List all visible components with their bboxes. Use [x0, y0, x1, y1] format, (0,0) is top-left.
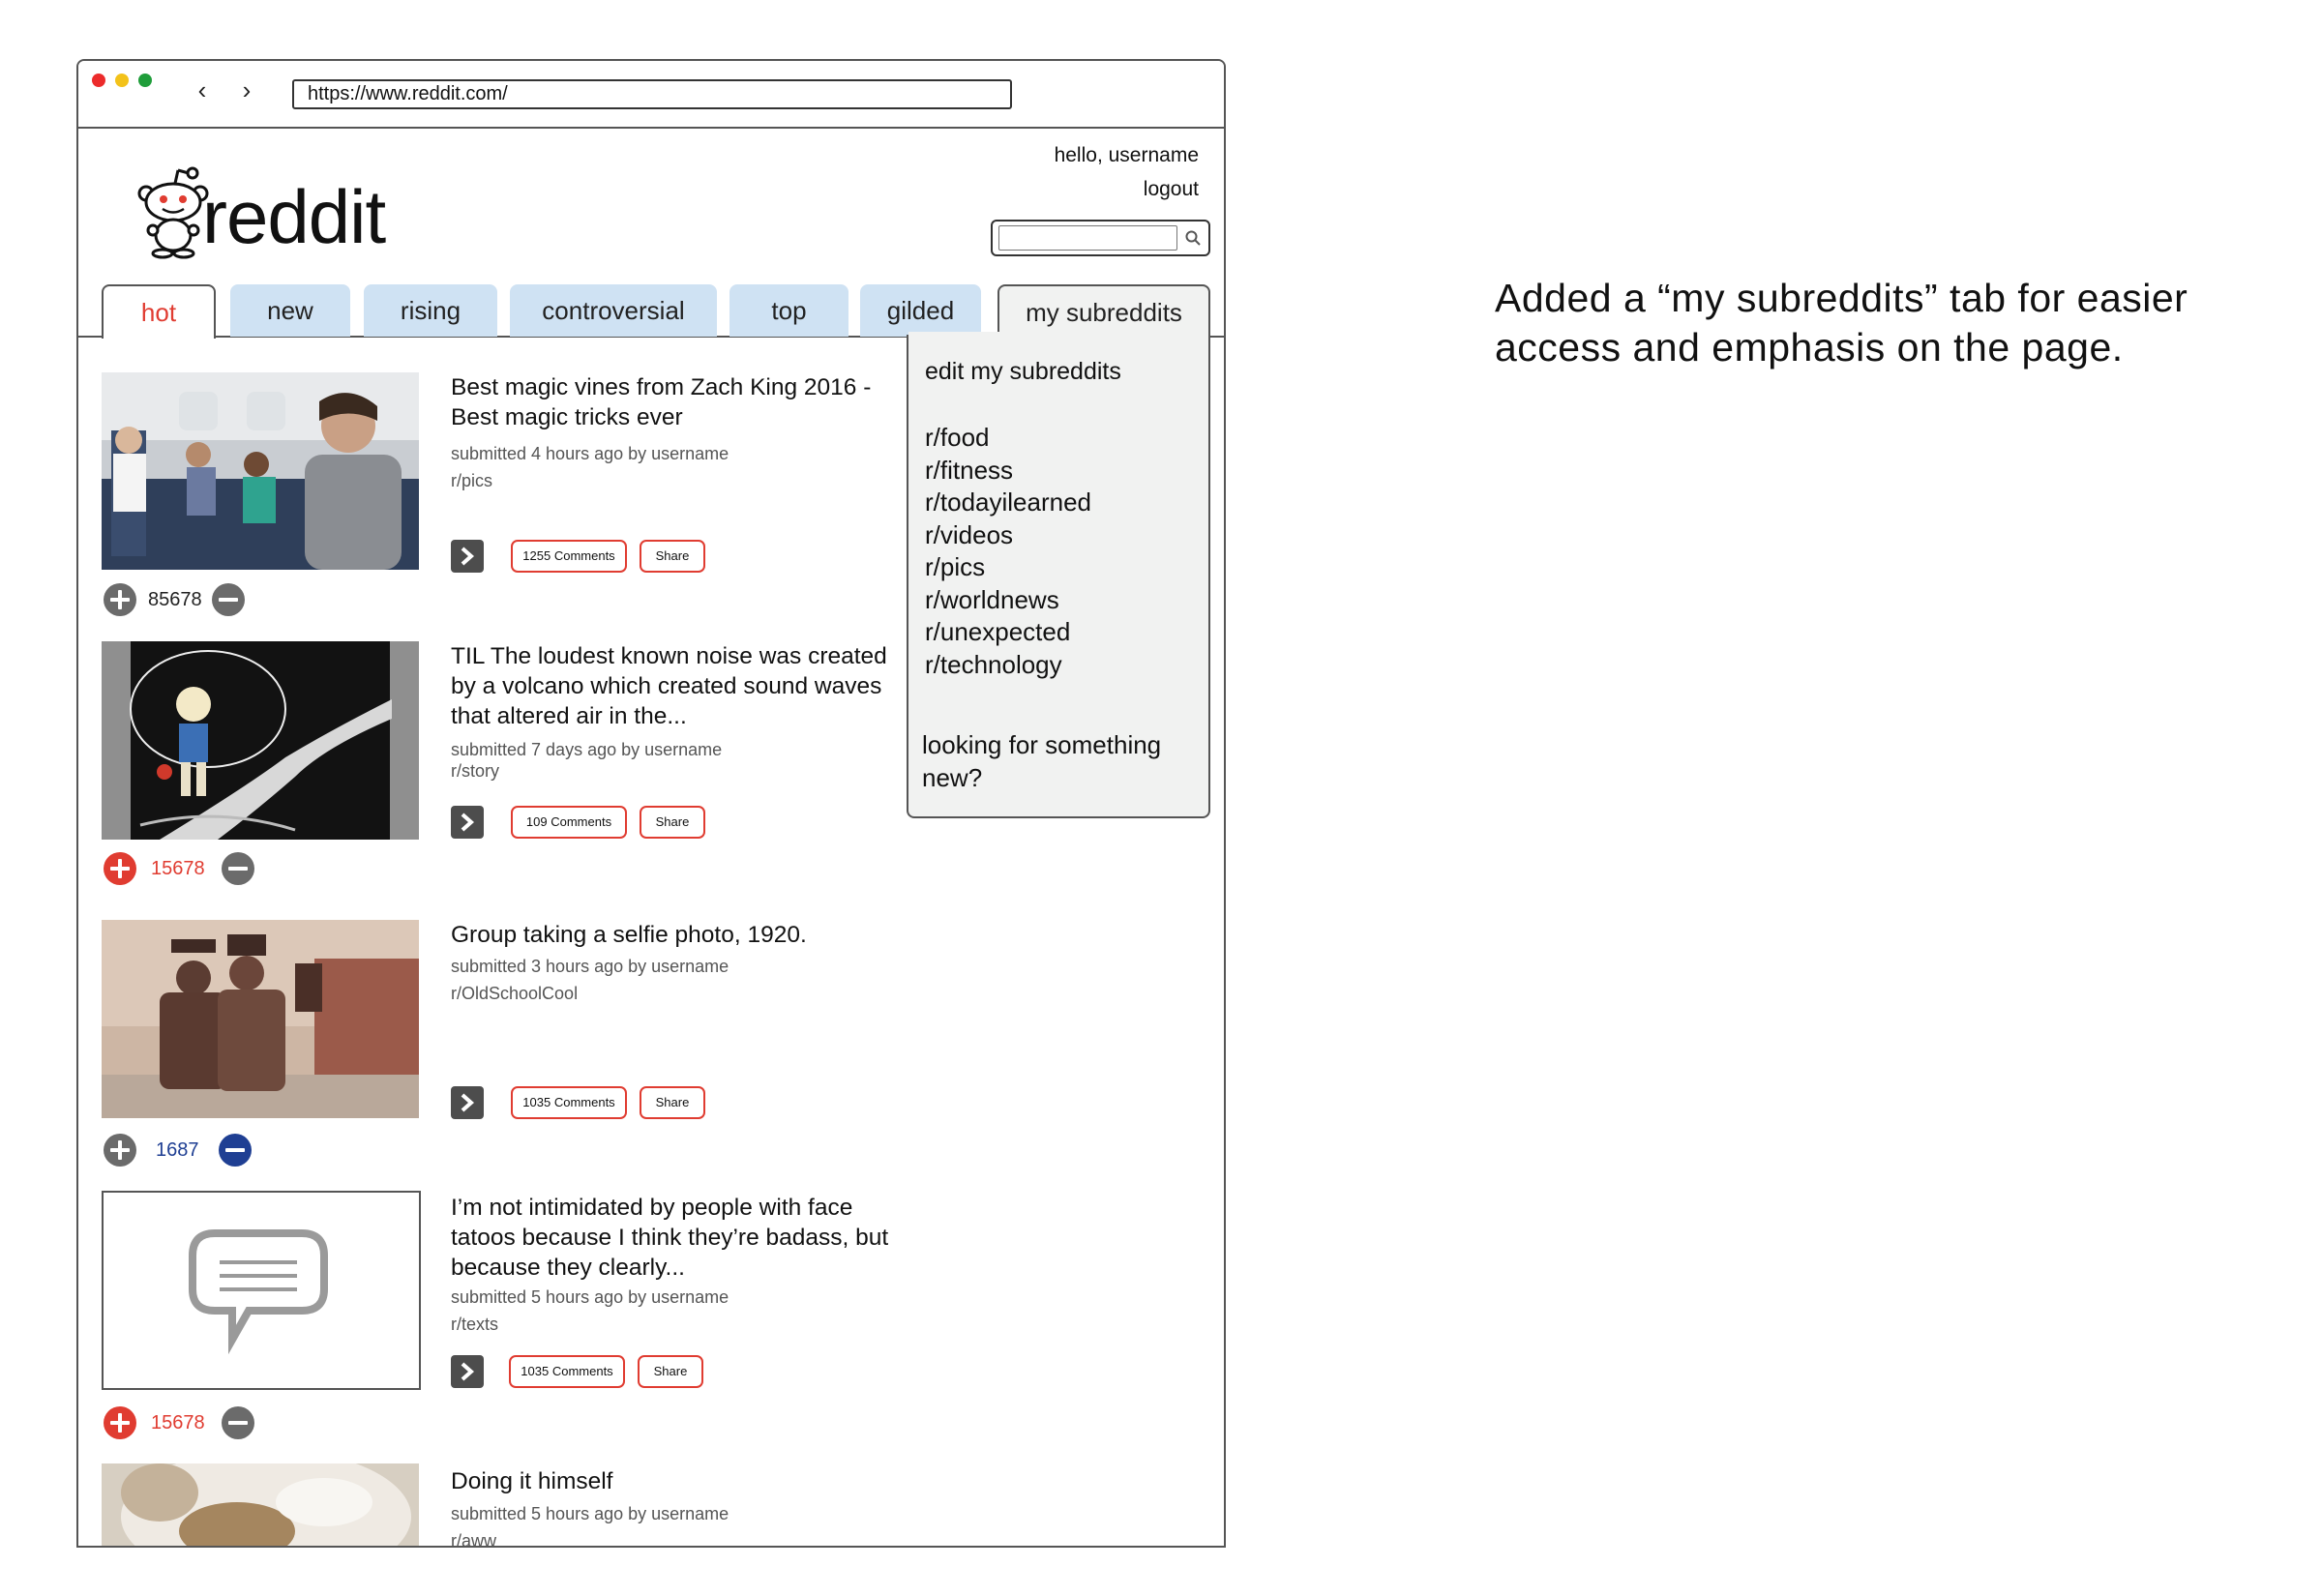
volcano-illustration-image — [102, 641, 419, 840]
subreddit-link[interactable]: r/technology — [925, 649, 1091, 682]
post-thumbnail[interactable] — [102, 1191, 421, 1390]
subreddit-link[interactable]: r/todayilearned — [925, 487, 1091, 519]
minimize-window-button[interactable] — [115, 74, 129, 87]
subreddit-link[interactable]: r/videos — [925, 519, 1091, 552]
airplane-passengers-image — [102, 372, 419, 570]
subreddit-list: r/food r/fitness r/todayilearned r/video… — [925, 422, 1091, 681]
post-title[interactable]: Doing it himself — [451, 1466, 906, 1496]
post-subreddit[interactable]: r/aww — [451, 1527, 496, 1546]
post-title[interactable]: I’m not intimidated by people with face … — [451, 1193, 906, 1283]
upvote-plus-icon[interactable] — [104, 583, 136, 616]
post-submitted: submitted 4 hours ago by username — [451, 444, 729, 463]
browser-toolbar: ‹ › https://www.reddit.com/ — [78, 61, 1224, 129]
chevron-right-icon — [461, 1093, 475, 1112]
design-annotation: Added a “my subreddits” tab for easier a… — [1495, 276, 2188, 369]
downvote-minus-icon[interactable] — [212, 583, 245, 616]
subreddit-link[interactable]: r/unexpected — [925, 616, 1091, 649]
share-button[interactable]: Share — [638, 1355, 703, 1388]
chevron-right-icon — [461, 813, 475, 832]
post-score: 15678 — [151, 858, 205, 879]
post-subreddit[interactable]: r/texts — [451, 1311, 498, 1338]
downvote-minus-icon[interactable] — [222, 1406, 254, 1439]
logout-link[interactable]: logout — [1144, 178, 1199, 201]
open-post-button[interactable] — [451, 540, 484, 573]
downvote-minus-icon[interactable] — [222, 852, 254, 885]
subreddit-link[interactable]: r/fitness — [925, 455, 1091, 488]
post-submitted: submitted 5 hours ago by username — [451, 1504, 729, 1523]
comments-button[interactable]: 1035 Comments — [509, 1355, 625, 1388]
site-logo-text[interactable]: reddit — [202, 173, 386, 261]
edit-subreddits-link[interactable]: edit my subreddits — [925, 358, 1121, 386]
post-title[interactable]: Group taking a selfie photo, 1920. — [451, 920, 915, 950]
post-submitted: submitted 5 hours ago by username — [451, 1287, 729, 1307]
post-subreddit[interactable]: r/OldSchoolCool — [451, 980, 578, 1007]
upvote-plus-icon[interactable] — [104, 1134, 136, 1167]
downvote-minus-icon[interactable] — [219, 1134, 252, 1167]
post-score: 85678 — [148, 589, 202, 610]
tab-my-subreddits[interactable]: my subreddits — [997, 284, 1210, 337]
chevron-right-icon — [461, 547, 475, 566]
address-bar[interactable]: https://www.reddit.com/ — [292, 79, 1012, 109]
comments-button[interactable]: 1255 Comments — [511, 540, 627, 573]
back-arrow-icon[interactable]: ‹ — [193, 77, 212, 103]
post-thumbnail[interactable] — [102, 372, 419, 570]
post-thumbnail[interactable] — [102, 641, 419, 840]
tab-hot[interactable]: hot — [102, 284, 216, 339]
post-thumbnail[interactable] — [102, 920, 419, 1118]
open-post-button[interactable] — [451, 1355, 484, 1388]
forward-arrow-icon[interactable]: › — [237, 77, 256, 103]
tab-new[interactable]: new — [230, 284, 350, 337]
subreddit-link[interactable]: r/pics — [925, 551, 1091, 584]
post-title[interactable]: Best magic vines from Zach King 2016 -Be… — [451, 372, 915, 432]
chevron-right-icon — [461, 1362, 475, 1381]
subreddit-link[interactable]: r/food — [925, 422, 1091, 455]
post-subreddit[interactable]: r/story — [451, 757, 499, 784]
text-post-speech-bubble-icon — [189, 1229, 328, 1355]
tab-gilded[interactable]: gilded — [860, 284, 981, 337]
post-score: 1687 — [156, 1139, 199, 1161]
my-subreddits-dropdown: edit my subreddits r/food r/fitness r/to… — [907, 335, 1210, 818]
post-score: 15678 — [151, 1412, 205, 1433]
close-window-button[interactable] — [92, 74, 105, 87]
upvote-plus-icon[interactable] — [104, 1406, 136, 1439]
open-post-button[interactable] — [451, 806, 484, 839]
search-icon[interactable] — [1184, 229, 1202, 247]
search-box — [991, 220, 1210, 256]
subreddit-link[interactable]: r/worldnews — [925, 584, 1091, 617]
search-input[interactable] — [998, 225, 1177, 251]
post-title[interactable]: TIL The loudest known noise was created … — [451, 641, 915, 731]
dog-photo-image — [102, 1463, 419, 1546]
tab-top[interactable]: top — [729, 284, 848, 337]
tab-rising[interactable]: rising — [364, 284, 497, 337]
share-button[interactable]: Share — [640, 806, 705, 839]
browser-window: ‹ › https://www.reddit.com/ reddit hello… — [76, 59, 1226, 1548]
maximize-window-button[interactable] — [138, 74, 152, 87]
discover-subreddits-link[interactable]: looking for something new? — [922, 728, 1193, 794]
comments-button[interactable]: 109 Comments — [511, 806, 627, 839]
share-button[interactable]: Share — [640, 1086, 705, 1119]
vintage-selfie-photo-image — [102, 920, 419, 1118]
user-greeting: hello, username — [1054, 144, 1199, 166]
post-subreddit[interactable]: r/pics — [451, 467, 492, 494]
post-thumbnail[interactable] — [102, 1463, 419, 1546]
tab-controversial[interactable]: controversial — [510, 284, 717, 337]
dropdown-tab-join — [908, 332, 1208, 340]
open-post-button[interactable] — [451, 1086, 484, 1119]
upvote-plus-icon[interactable] — [104, 852, 136, 885]
post-submitted: submitted 3 hours ago by username — [451, 957, 729, 976]
comments-button[interactable]: 1035 Comments — [511, 1086, 627, 1119]
share-button[interactable]: Share — [640, 540, 705, 573]
